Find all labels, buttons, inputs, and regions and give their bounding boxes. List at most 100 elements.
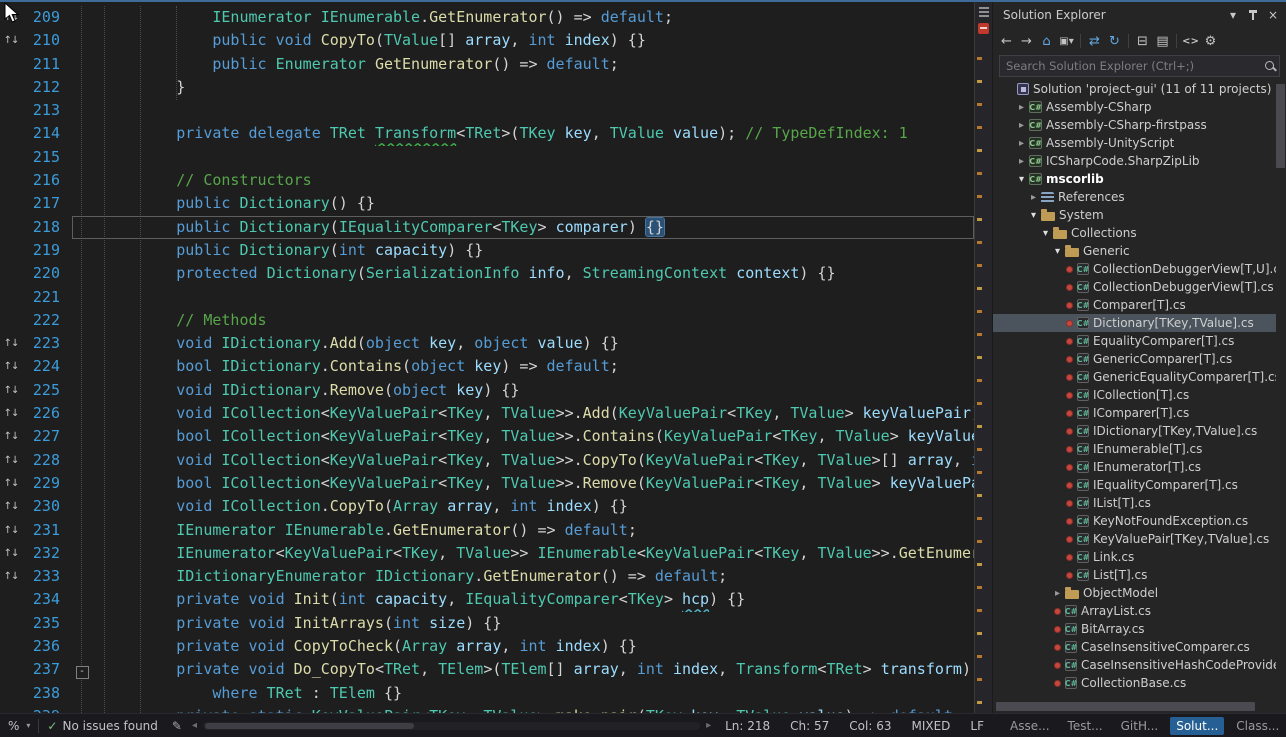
- scope-filter-icon[interactable]: ▣▾: [1057, 32, 1076, 50]
- line-number[interactable]: 234: [22, 588, 72, 611]
- expander-open-icon[interactable]: ▾: [1039, 228, 1052, 239]
- line-number[interactable]: 229: [22, 472, 72, 495]
- zoom-control[interactable]: % ▾: [0, 714, 38, 737]
- solution-explorer-vertical-scrollbar[interactable]: [1276, 80, 1285, 699]
- panel-tab-solut[interactable]: Solut...: [1170, 717, 1224, 735]
- expander-open-icon[interactable]: ▾: [1015, 174, 1028, 185]
- line-number[interactable]: 227: [22, 425, 72, 448]
- line-number[interactable]: 211: [22, 53, 72, 76]
- tree-item-icomparer-t-cs[interactable]: C#IComparer[T].cs: [993, 404, 1276, 422]
- tree-item-keyvaluepair-tkey-tvalue-cs[interactable]: C#KeyValuePair[TKey,TValue].cs: [993, 530, 1276, 548]
- tree-item-references[interactable]: ▸References: [993, 188, 1276, 206]
- view-code-icon[interactable]: <>: [1181, 32, 1200, 50]
- code-text[interactable]: void IDictionary.Add(object key, object …: [92, 332, 619, 355]
- line-number[interactable]: 210: [22, 29, 72, 52]
- tree-item-comparer-t-cs[interactable]: C#Comparer[T].cs: [993, 296, 1276, 314]
- line-number[interactable]: 230: [22, 495, 72, 518]
- implements-icon[interactable]: ↑↓: [0, 495, 22, 518]
- code-text[interactable]: private void InitArrays(int size) {}: [92, 612, 501, 635]
- code-text[interactable]: private void Do_CopyTo<TRet, TElem>(TEle…: [92, 658, 971, 681]
- tree-item-assembly-csharp-firstpass[interactable]: ▸C#Assembly-CSharp-firstpass: [993, 116, 1276, 134]
- code-text[interactable]: }: [92, 76, 185, 99]
- line-indicator[interactable]: Ln: 218: [725, 719, 770, 733]
- line-number[interactable]: 224: [22, 355, 72, 378]
- line-number[interactable]: 239: [22, 705, 72, 713]
- expander-closed-icon[interactable]: ▸: [1027, 192, 1040, 203]
- tree-item-genericequalitycomparer-t-cs[interactable]: C#GenericEqualityComparer[T].cs: [993, 368, 1276, 386]
- expander-closed-icon[interactable]: ▸: [1051, 588, 1064, 599]
- code-text[interactable]: IEnumerator IEnumerable.GetEnumerator() …: [92, 519, 637, 542]
- code-text[interactable]: IDictionaryEnumerator IDictionary.GetEnu…: [92, 565, 727, 588]
- code-text[interactable]: public Dictionary() {}: [92, 192, 375, 215]
- implements-icon[interactable]: ↑↓: [0, 542, 22, 565]
- tree-item-system[interactable]: ▾System: [993, 206, 1276, 224]
- refresh-icon[interactable]: ↻: [1105, 32, 1124, 50]
- sync-with-active-document-icon[interactable]: ⇄: [1085, 32, 1104, 50]
- line-number[interactable]: 233: [22, 565, 72, 588]
- home-icon[interactable]: ⌂: [1037, 32, 1056, 50]
- code-text[interactable]: // Constructors: [92, 169, 312, 192]
- tree-item-link-cs[interactable]: C#Link.cs: [993, 548, 1276, 566]
- tree-item-icsharpcode-sharpziplib[interactable]: ▸C#ICSharpCode.SharpZipLib: [993, 152, 1276, 170]
- code-text[interactable]: public Dictionary(int capacity) {}: [92, 239, 483, 262]
- horizontal-scrollbar-thumb[interactable]: [205, 723, 414, 729]
- implements-icon[interactable]: ↑↓: [0, 449, 22, 472]
- code-text[interactable]: void IDictionary.Remove(object key) {}: [92, 379, 519, 402]
- code-text[interactable]: bool ICollection<KeyValuePair<TKey, TVal…: [92, 472, 974, 495]
- implements-icon[interactable]: ↑↓: [0, 332, 22, 355]
- tree-item-mscorlib[interactable]: ▾C#mscorlib: [993, 170, 1276, 188]
- solution-explorer-horizontal-scrollbar[interactable]: [996, 702, 1272, 711]
- code-text[interactable]: bool ICollection<KeyValuePair<TKey, TVal…: [92, 425, 974, 448]
- tree-item-solution-project-gui-11-of-11-projects[interactable]: Solution 'project-gui' (11 of 11 project…: [993, 80, 1276, 98]
- line-number[interactable]: 236: [22, 635, 72, 658]
- tree-item-collectiondebuggerview-t-cs[interactable]: C#CollectionDebuggerView[T].cs: [993, 278, 1276, 296]
- tree-item-list-t-cs[interactable]: C#List[T].cs: [993, 566, 1276, 584]
- implements-icon[interactable]: ↑↓: [0, 402, 22, 425]
- line-number[interactable]: 231: [22, 519, 72, 542]
- line-number[interactable]: 221: [22, 286, 72, 309]
- search-input[interactable]: [999, 55, 1280, 77]
- line-number[interactable]: 225: [22, 379, 72, 402]
- code-text[interactable]: void ICollection<KeyValuePair<TKey, TVal…: [92, 402, 974, 425]
- implements-icon[interactable]: ↑↓: [0, 425, 22, 448]
- tree-item-collections[interactable]: ▾Collections: [993, 224, 1276, 242]
- line-number[interactable]: 209: [22, 6, 72, 29]
- expander-open-icon[interactable]: ▾: [1051, 246, 1064, 257]
- tree-item-ilist-t-cs[interactable]: C#IList[T].cs: [993, 494, 1276, 512]
- tree-item-caseinsensitivecomparer-cs[interactable]: C#CaseInsensitiveComparer.cs: [993, 638, 1276, 656]
- line-number[interactable]: 218: [22, 216, 72, 239]
- implements-icon[interactable]: ↑↓: [0, 355, 22, 378]
- column-indicator[interactable]: Col: 63: [849, 719, 891, 733]
- panel-tab-class[interactable]: Class...: [1230, 717, 1285, 735]
- code-text[interactable]: where TRet : TElem {}: [92, 682, 402, 705]
- code-text[interactable]: private void Init(int capacity, IEqualit…: [92, 588, 745, 611]
- tree-item-ienumerator-t-cs[interactable]: C#IEnumerator[T].cs: [993, 458, 1276, 476]
- tree-item-collectiondebuggerview-t-u-cs[interactable]: C#CollectionDebuggerView[T,U].cs: [993, 260, 1276, 278]
- split-window-grip-icon[interactable]: [979, 7, 989, 17]
- line-number[interactable]: 235: [22, 612, 72, 635]
- line-number[interactable]: 222: [22, 309, 72, 332]
- code-text[interactable]: // Methods: [92, 309, 267, 332]
- expander-closed-icon[interactable]: ▸: [1015, 120, 1028, 131]
- character-indicator[interactable]: Ch: 57: [790, 719, 829, 733]
- encoding-indicator[interactable]: MIXED: [911, 719, 950, 733]
- collapse-all-icon[interactable]: ⊟: [1133, 32, 1152, 50]
- tree-item-ienumerable-t-cs[interactable]: C#IEnumerable[T].cs: [993, 440, 1276, 458]
- tree-item-dictionary-tkey-tvalue-cs[interactable]: C#Dictionary[TKey,TValue].cs: [993, 314, 1276, 332]
- forward-icon[interactable]: →: [1017, 32, 1036, 50]
- tree-item-generic[interactable]: ▾Generic: [993, 242, 1276, 260]
- code-text[interactable]: public Enumerator GetEnumerator() => def…: [92, 53, 619, 76]
- line-number[interactable]: 214: [22, 122, 72, 145]
- tree-item-objectmodel[interactable]: ▸ObjectModel: [993, 584, 1276, 602]
- code-text[interactable]: private delegate TRet Transform<TRet>(TK…: [92, 122, 908, 145]
- code-text[interactable]: public Dictionary(IEqualityComparer<TKey…: [92, 216, 664, 239]
- tree-item-equalitycomparer-t-cs[interactable]: C#EqualityComparer[T].cs: [993, 332, 1276, 350]
- line-ending-indicator[interactable]: LF: [970, 719, 984, 733]
- line-number[interactable]: 228: [22, 449, 72, 472]
- tree-item-iequalitycomparer-t-cs[interactable]: C#IEqualityComparer[T].cs: [993, 476, 1276, 494]
- line-number[interactable]: 215: [22, 146, 72, 169]
- tree-item-arraylist-cs[interactable]: C#ArrayList.cs: [993, 602, 1276, 620]
- code-text[interactable]: public void CopyTo(TValue[] array, int i…: [92, 29, 646, 52]
- code-text[interactable]: [92, 99, 104, 122]
- code-text[interactable]: private void CopyToCheck(Array array, in…: [92, 635, 637, 658]
